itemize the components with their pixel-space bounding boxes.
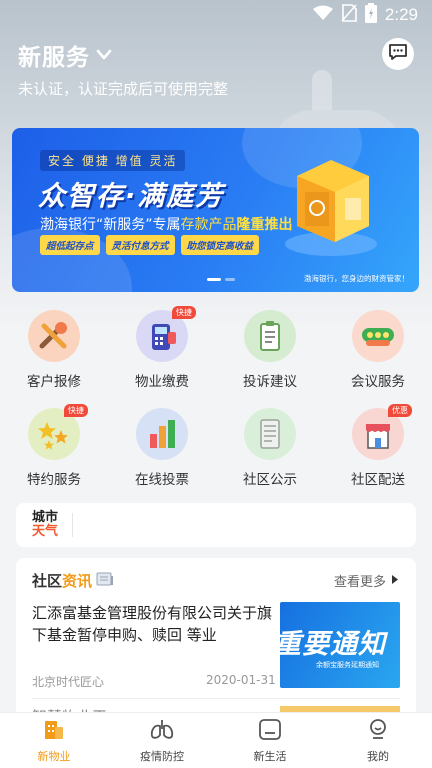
weather-card[interactable]: 城市 天气 <box>16 503 416 547</box>
service-label: 在线投票 <box>135 472 189 488</box>
status-time: 2:29 <box>384 5 418 24</box>
no-sim-icon <box>341 4 357 26</box>
service-label: 物业缴费 <box>135 374 189 390</box>
news-item-source: 北京时代匠心 <box>32 675 105 689</box>
service-label: 客户报修 <box>27 374 81 390</box>
banner-chip: 助您锁定高收益 <box>180 235 260 255</box>
bar-chart-icon <box>136 408 188 460</box>
nav-tab-property[interactable]: 新物业 <box>0 713 108 768</box>
service-label: 会议服务 <box>351 374 405 390</box>
service-special[interactable]: 快捷 特约服务 <box>0 404 108 488</box>
service-label: 特约服务 <box>27 472 81 488</box>
nav-label: 新生活 <box>253 750 287 763</box>
divider <box>32 698 400 699</box>
payment-terminal-icon: 快捷 <box>136 306 196 362</box>
building-icon <box>42 717 66 745</box>
service-customer-repair[interactable]: 客户报修 <box>0 310 108 390</box>
bottom-navigation: 新物业 疫情防控 新生活 我的 <box>0 712 432 768</box>
pagination-dot <box>225 278 235 281</box>
city-weather-logo: 城市 天气 <box>32 510 59 539</box>
banner-subtitle: 渤海银行“新服务”专属存款产品隆重推出 <box>40 217 293 233</box>
wrench-icon <box>28 310 80 362</box>
chevron-down-icon <box>96 46 112 65</box>
caret-right-icon <box>392 573 398 588</box>
promo-banner[interactable]: 安全 便捷 增值 灵活 众智存·满庭芳 渤海银行“新服务”专属存款产品隆重推出 … <box>12 128 419 292</box>
service-community-notice[interactable]: 社区公示 <box>216 408 324 488</box>
service-badge: 快捷 <box>64 404 88 417</box>
battery-icon <box>364 3 377 27</box>
banner-pagination[interactable] <box>207 278 235 281</box>
community-news-card: 社区 资讯 查看更多 汇添富基金管理股份有限公司关于旗下基金暂停申购、赎回 等业 … <box>16 558 416 718</box>
service-community-delivery[interactable]: 优惠 社区配送 <box>324 404 432 488</box>
view-more-link[interactable]: 查看更多 <box>334 571 398 590</box>
message-button[interactable] <box>382 38 414 70</box>
clipboard-icon <box>244 310 296 362</box>
news-item-date: 2020-01-31 <box>206 673 276 687</box>
nav-tab-new-life[interactable]: 新生活 <box>216 713 324 768</box>
banner-chip: 灵活付息方式 <box>105 235 175 255</box>
service-label: 社区公示 <box>243 472 297 488</box>
service-grid: 客户报修 快捷 物业缴费 投诉建议 会议服务 快捷 特约服务 在线投票 社区公示… <box>0 306 432 488</box>
service-complaints[interactable]: 投诉建议 <box>216 310 324 390</box>
service-selector[interactable]: 新服务 <box>18 38 112 72</box>
home-icon <box>257 717 283 745</box>
banner-chips: 超低起存点 灵活付息方式 助您锁定高收益 <box>40 235 260 255</box>
chat-bubble-icon <box>388 43 408 65</box>
page-title: 新服务 <box>18 45 90 71</box>
pagination-dot <box>207 278 221 281</box>
news-item-thumbnail[interactable]: 重要通知 余额宝服务延期通知 <box>280 602 400 688</box>
banner-chip: 超低起存点 <box>40 235 100 255</box>
wifi-icon <box>312 5 333 25</box>
news-item-title[interactable]: 汇添富基金管理股份有限公司关于旗下基金暂停申购、赎回 等业 <box>32 602 280 646</box>
nav-label: 我的 <box>367 750 389 763</box>
banner-headline: 众智存·满庭芳 <box>38 181 225 212</box>
status-bar: 2:29 <box>0 0 432 30</box>
service-meeting[interactable]: 会议服务 <box>324 310 432 390</box>
stars-icon: 快捷 <box>28 404 88 460</box>
nav-label: 新物业 <box>37 750 71 763</box>
nav-tab-mine[interactable]: 我的 <box>324 713 432 768</box>
service-label: 投诉建议 <box>243 374 297 390</box>
service-badge: 快捷 <box>172 306 196 319</box>
meeting-icon <box>352 310 404 362</box>
user-icon <box>366 717 390 745</box>
service-online-vote[interactable]: 在线投票 <box>108 408 216 488</box>
shop-icon: 优惠 <box>352 404 412 460</box>
service-badge: 优惠 <box>388 404 412 417</box>
banner-slogan: 渤海银行，您身边的财资管家！ <box>304 274 409 283</box>
newspaper-icon <box>96 571 114 591</box>
lungs-icon <box>149 717 175 745</box>
nav-label: 疫情防控 <box>140 750 184 763</box>
verification-notice[interactable]: 未认证，认证完成后可使用完整 <box>18 78 228 99</box>
banner-tags: 安全 便捷 增值 灵活 <box>40 150 186 171</box>
document-icon <box>244 408 296 460</box>
service-label: 社区配送 <box>351 472 405 488</box>
news-heading: 社区 资讯 <box>32 570 114 591</box>
divider <box>72 513 74 537</box>
safe-illustration <box>283 146 379 256</box>
nav-tab-epidemic[interactable]: 疫情防控 <box>108 713 216 768</box>
service-property-payment[interactable]: 快捷 物业缴费 <box>108 306 216 390</box>
